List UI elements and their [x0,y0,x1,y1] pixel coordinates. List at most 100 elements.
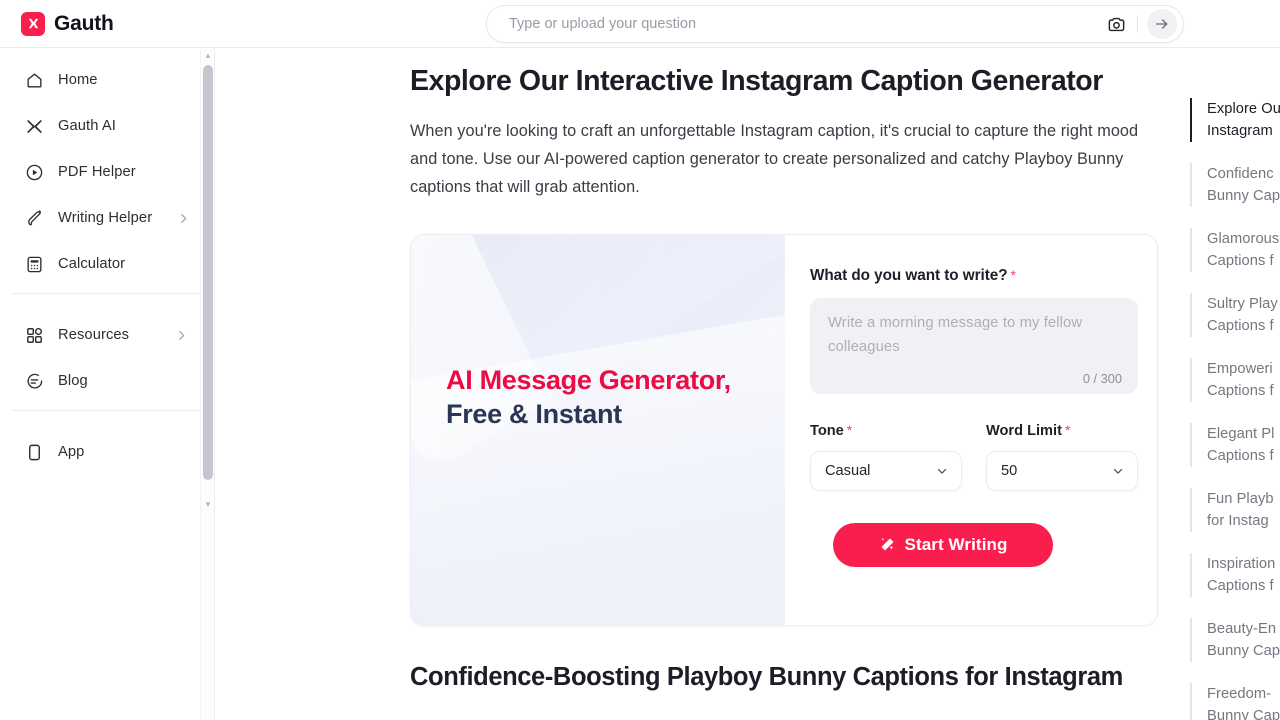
sidebar-item-label: Gauth AI [58,118,116,134]
prompt-placeholder: Write a morning message to my fellow col… [828,314,1083,355]
calculator-icon [24,254,45,275]
tone-field: Tone * Casual [810,422,962,491]
generator-form: What do you want to write? * Write a morn… [785,234,1157,625]
home-icon [24,70,45,91]
sidebar-item-calculator[interactable]: Calculator [14,244,200,284]
brand-logo[interactable]: Gauth [21,11,114,36]
toc-item-line2: for Instag [1207,513,1269,529]
sidebar-item-label: Calculator [58,256,126,272]
sidebar-item-label: PDF Helper [58,164,136,180]
toc-item[interactable]: Freedom- Bunny Cap [1190,683,1280,720]
chevron-down-icon [1111,464,1125,478]
tone-select[interactable]: Casual [810,450,962,491]
sidebar-group-secondary: Resources Blog [0,303,214,401]
sidebar-item-label: App [58,444,85,460]
word-limit-field: Word Limit * 50 [986,422,1138,491]
toc-item-line2: Bunny Cap [1207,643,1280,659]
caret-down-icon[interactable]: ▼ [201,498,214,512]
toc-item[interactable]: Empoweri Captions f [1190,358,1280,402]
gauth-x-logo-icon [21,11,45,36]
options-row: Tone * Casual Word Limit * 50 [810,422,1138,491]
toc-item-line2: Instagram [1207,123,1273,139]
article-column: Explore Our Interactive Instagram Captio… [410,48,1158,693]
toc-item-line1: Empoweri [1207,361,1273,377]
sidebar-group-tertiary: App [0,420,214,472]
pdf-helper-icon [24,162,45,183]
scrollbar-thumb[interactable] [203,65,213,480]
brand-name: Gauth [54,12,114,35]
chevron-down-icon [935,464,949,478]
required-asterisk: * [846,421,853,438]
pen-icon [24,208,45,229]
sidebar-item-label: Home [58,72,98,88]
word-limit-label: Word Limit * [986,422,1138,439]
toc-item-line1: Beauty-En [1207,621,1277,637]
toc-item-line1: Inspiration [1207,556,1276,572]
word-limit-select[interactable]: 50 [986,450,1138,491]
top-bar: Gauth [0,0,1280,48]
toc-item-line1: Explore Ou [1207,101,1280,117]
sidebar-divider-1 [12,293,202,294]
toc-item-line2: Bunny Cap [1207,188,1280,204]
tone-label: Tone * [810,422,962,439]
toc-item-line1: Freedom- [1207,686,1272,702]
toc-item-line2: Captions f [1207,253,1274,269]
sidebar-item-label: Resources [58,327,130,343]
toc-item[interactable]: Elegant Pl Captions f [1190,423,1280,467]
toc-item[interactable]: Beauty-En Bunny Cap [1190,618,1280,662]
toc-item-line1: Sultry Play [1207,296,1278,312]
intro-paragraph: When you're looking to craft an unforget… [410,121,1139,196]
start-writing-button[interactable]: Start Writing [833,522,1053,567]
toc-item-line1: Fun Playb [1207,491,1274,507]
toc-item[interactable]: Fun Playb for Instag [1190,488,1280,532]
search-divider [1137,15,1138,33]
sidebar-item-home[interactable]: Home [14,60,200,100]
generator-headline-line1: AI Message Generator, [446,364,731,395]
search-bar[interactable] [486,5,1184,43]
toc-item[interactable]: Confidenc Bunny Cap [1190,163,1280,207]
sidebar-item-app[interactable]: App [14,432,200,472]
caret-up-icon[interactable]: ▲ [201,49,214,63]
toc-item[interactable]: Inspiration Captions f [1190,553,1280,597]
toc-item[interactable]: Explore Ou Instagram [1190,98,1280,142]
sidebar-item-writing-helper[interactable]: Writing Helper [14,198,200,238]
toc-item-line2: Captions f [1207,448,1274,464]
sidebar-scrollbar[interactable]: ▲ ▼ [200,48,214,720]
tone-label-text: Tone [810,422,844,439]
prompt-label: What do you want to write? * [810,267,1138,285]
chevron-right-icon [177,212,190,225]
sidebar-item-gauth-ai[interactable]: Gauth AI [14,106,200,146]
camera-icon[interactable] [1102,10,1130,38]
generator-card: AI Message Generator, Free & Instant Wha… [410,233,1158,626]
gauth-ai-icon [24,116,45,137]
toc-item[interactable]: Sultry Play Captions f [1190,293,1280,337]
required-asterisk: * [1010,266,1016,283]
prompt-input[interactable]: Write a morning message to my fellow col… [810,297,1138,394]
required-asterisk: * [1064,421,1071,438]
toc-item-line1: Glamorous [1207,231,1280,247]
toc-item-line2: Captions f [1207,383,1274,399]
start-writing-label: Start Writing [904,534,1008,554]
toc-item[interactable]: Glamorous Captions f [1190,228,1280,272]
sidebar-item-blog[interactable]: Blog [14,361,200,401]
tone-value: Casual [825,462,871,479]
toc-item-line2: Captions f [1207,578,1274,594]
sidebar-divider-2 [12,410,202,411]
word-limit-label-text: Word Limit [986,422,1062,439]
app-icon [24,442,45,463]
sidebar-item-label: Writing Helper [58,210,153,226]
sidebar-item-pdf-helper[interactable]: PDF Helper [14,152,200,192]
chevron-right-icon [175,329,188,342]
toc-item-line1: Elegant Pl [1207,426,1275,442]
search-input[interactable] [487,16,1102,32]
sidebar-group-primary: Home Gauth AI PDF Helper Writing Helper … [0,48,214,284]
grid-icon [24,325,45,346]
sidebar-item-resources[interactable]: Resources [14,315,200,355]
search-submit-button[interactable] [1147,9,1177,39]
generator-headline: AI Message Generator, Free & Instant [446,363,731,432]
section-title: Confidence-Boosting Playboy Bunny Captio… [410,662,1123,691]
sidebar: Home Gauth AI PDF Helper Writing Helper … [0,48,215,720]
magic-wand-icon [879,536,896,553]
generator-headline-line2: Free & Instant [446,399,622,430]
word-limit-value: 50 [1001,462,1018,479]
